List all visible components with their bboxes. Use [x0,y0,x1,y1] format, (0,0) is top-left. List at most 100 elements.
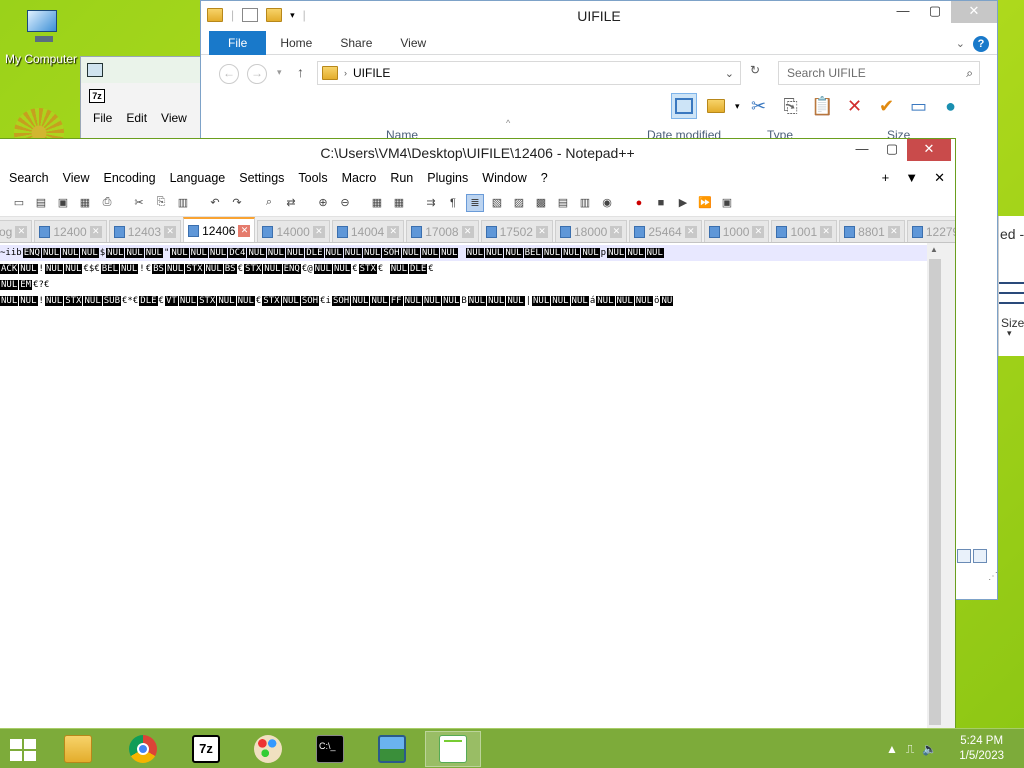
word-wrap-icon[interactable]: ⇉ [422,194,440,212]
volume-icon[interactable]: 🔈 [922,742,937,756]
menu-run[interactable]: Run [390,171,413,185]
close-tab-icon[interactable]: ✕ [610,225,623,238]
start-button[interactable] [10,739,38,761]
redo-icon[interactable]: ↷ [228,194,246,212]
close-tab-icon[interactable]: ✕ [238,224,251,237]
network-icon[interactable]: ⎍ [906,742,914,757]
menu-settings[interactable]: Settings [239,171,284,185]
add-tab-icon[interactable]: + [882,170,890,186]
document-tab-14000[interactable]: 14000 ✕ [257,220,330,242]
menu-language[interactable]: Language [170,171,226,185]
document-tab-17502[interactable]: 17502 ✕ [480,220,553,242]
delete-icon[interactable]: ✕ [842,93,868,119]
tab-list-icon[interactable]: ▼ [905,170,918,186]
close-tab-icon[interactable]: ✕ [934,170,945,186]
doc-map-icon[interactable]: ▧ [488,194,506,212]
text-editor[interactable]: ~iib ENQ NUL NUL NUL $ NUL NUL NUL " NUL NUL NUL DC4 N… [0,243,927,729]
clipboard-history-icon[interactable]: ▥ [576,194,594,212]
show-all-chars-icon[interactable]: ¶ [444,194,462,212]
document-tab-17008[interactable]: 17008 ✕ [406,220,479,242]
close-tab-icon[interactable]: ✕ [887,225,900,238]
close-tab-icon[interactable]: ✕ [312,225,325,238]
minimize-button[interactable]: — [887,1,919,23]
rename-icon[interactable]: ▭ [906,93,932,119]
vertical-scrollbar[interactable]: ▲ [927,243,955,729]
taskbar-chrome[interactable] [115,731,171,767]
cut-icon[interactable]: ✂ [130,194,148,212]
save-macro-icon[interactable]: ▣ [718,194,736,212]
close-button[interactable]: ✕ [951,1,997,23]
minimize-button[interactable]: — [847,139,877,161]
menu-plugins[interactable]: Plugins [427,171,468,185]
replace-icon[interactable]: ⇄ [282,194,300,212]
maximize-button[interactable]: ▢ [877,139,907,161]
new-file-icon[interactable]: ▭ [10,194,28,212]
address-dropdown-icon[interactable]: ⌄ [725,67,734,80]
menu-window[interactable]: Window [482,171,526,185]
undo-icon[interactable]: ↶ [206,194,224,212]
close-tab-icon[interactable]: ✕ [461,225,474,238]
open-file-icon[interactable]: ▤ [32,194,50,212]
document-tab-12406[interactable]: 12406 ✕ [183,217,256,242]
document-tab-12279[interactable]: 12279✕ [906,220,955,242]
ribbon-tab-file[interactable]: File [209,30,267,55]
background-window-fragment[interactable]: ed - Size ▾ [998,216,1024,356]
run-macro-multiple-icon[interactable]: ⏩ [696,194,714,212]
taskbar-paint[interactable] [240,731,296,767]
forward-icon[interactable]: → [247,64,267,84]
folder-as-workspace-icon[interactable]: ▩ [532,194,550,212]
menu-file[interactable]: File [93,111,112,125]
resize-grip-icon[interactable]: ⋰ [988,571,998,582]
close-tab-icon[interactable]: ✕ [387,225,400,238]
scroll-up-icon[interactable]: ▲ [927,245,941,254]
copy-icon[interactable]: ⎘ [778,93,804,119]
close-tab-icon[interactable]: ✕ [535,225,548,238]
close-tab-icon[interactable]: ✕ [15,225,28,238]
close-tab-icon[interactable]: ✕ [684,225,697,238]
paste-icon[interactable]: 📋 [810,93,836,119]
clock[interactable]: 5:24 PM 1/5/2023 [959,734,1004,764]
document-tab-12400[interactable]: 12400 ✕ [34,220,107,242]
document-tab-25464[interactable]: 25464 ✕ [629,220,702,242]
play-macro-icon[interactable]: ▶ [674,194,692,212]
refresh-icon[interactable]: ↻ [745,63,765,83]
close-tab-icon[interactable]: ✕ [820,225,833,238]
taskbar-cmd[interactable]: C:\_ [302,731,358,767]
large-icons-view-icon[interactable] [973,549,987,563]
indent-guide-icon[interactable]: ≣ [466,193,484,212]
scrollbar-thumb[interactable] [929,259,941,725]
menu-macro[interactable]: Macro [342,171,377,185]
back-icon[interactable]: ← [219,64,239,84]
menu-view[interactable]: View [63,171,90,185]
record-macro-icon[interactable]: ● [630,194,648,212]
doc-list-icon[interactable]: ▤ [554,194,572,212]
function-list-icon[interactable]: ▨ [510,194,528,212]
stop-macro-icon[interactable]: ■ [652,194,670,212]
move-to-folder-icon[interactable] [703,93,729,119]
ribbon-tab-view[interactable]: View [386,36,440,50]
menu-search[interactable]: Search [9,171,49,185]
taskbar-file-explorer[interactable] [50,731,106,767]
document-tab-1001[interactable]: 1001 ✕ [771,220,838,242]
ribbon-tab-home[interactable]: Home [266,36,326,50]
7zip-window[interactable]: 7z File Edit View I [80,56,210,146]
address-box[interactable]: › UIFILE ⌄ [317,61,741,85]
menu-encoding[interactable]: Encoding [103,171,155,185]
taskbar-notepad-plus-plus[interactable] [425,731,481,767]
expand-ribbon-icon[interactable]: ⌄ [956,37,965,50]
sync-horizontal-icon[interactable]: ▦ [390,194,408,212]
details-view-icon[interactable] [957,549,971,563]
ribbon-tab-share[interactable]: Share [326,36,386,50]
document-tab-14004[interactable]: 14004 ✕ [331,220,405,242]
checkmark-icon[interactable]: ✔ [874,93,900,119]
show-hidden-icons-icon[interactable]: ▲ [886,742,898,756]
monitor-icon[interactable]: ◉ [598,194,616,212]
menu-help[interactable]: ? [541,171,548,185]
maximize-button[interactable]: ▢ [919,1,951,23]
notepad-plus-plus-window[interactable]: C:\Users\VM4\Desktop\UIFILE\12406 - Note… [0,138,956,730]
close-tab-icon[interactable]: ✕ [89,225,102,238]
save-icon[interactable]: ▣ [54,194,72,212]
menu-tools[interactable]: Tools [298,171,327,185]
save-all-icon[interactable]: ▦ [76,194,94,212]
my-computer-desktop-icon[interactable]: My Computer [2,8,80,66]
